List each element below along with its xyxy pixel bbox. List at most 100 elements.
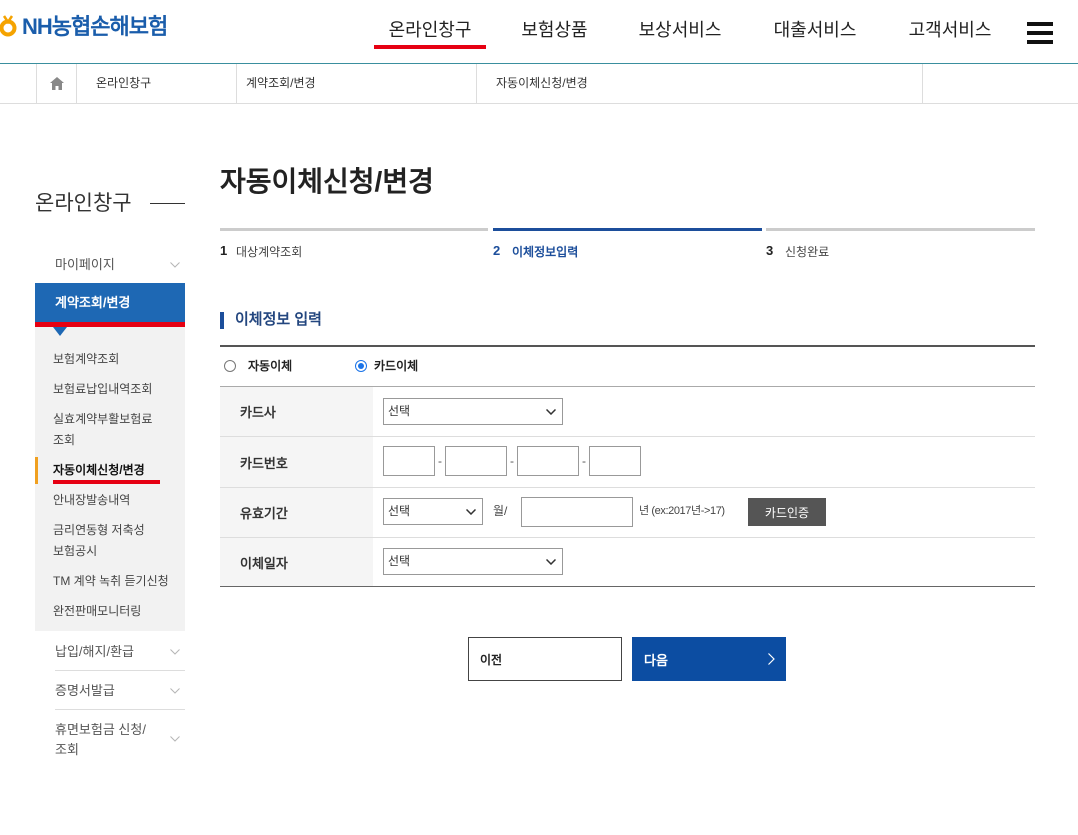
sidebar-menu-mypage[interactable]: 마이페이지 — [35, 255, 185, 275]
card-number-separator: - — [438, 454, 442, 468]
select-value: 선택 — [388, 554, 411, 568]
chevron-down-icon — [466, 509, 476, 515]
section-title-bar — [220, 312, 224, 329]
submenu-item-lapsed-contract-revival-premium[interactable]: 실효계약부활보험료 조회 — [53, 409, 185, 451]
next-button[interactable]: 다음 — [632, 637, 786, 681]
chevron-down-icon — [546, 559, 556, 565]
sidebar-menu-label: 마이페이지 — [55, 257, 115, 272]
step-2: 2 이체정보입력 — [493, 228, 762, 268]
card-number-label: 카드번호 — [220, 437, 373, 487]
expiry-month-suffix: 월/ — [493, 504, 508, 518]
step-label: 신청완료 — [785, 245, 830, 259]
radio-card-transfer[interactable] — [355, 360, 367, 372]
card-number-field-2[interactable] — [445, 446, 507, 476]
nav-item-online-window[interactable]: 온라인창구 — [374, 15, 486, 49]
sidebar-menu-label: 증명서발급 — [55, 683, 115, 698]
sidebar-menu-label: 계약조회/변경 — [55, 295, 131, 310]
step-number: 2 — [493, 243, 501, 258]
radio-label-auto-transfer[interactable]: 자동이체 — [248, 358, 292, 374]
expiry-year-hint: 년 (ex:2017년->17) — [639, 505, 725, 517]
sidebar-menu-label: 납입/해지/환급 — [55, 644, 134, 659]
step-bar — [220, 228, 488, 231]
select-value: 선택 — [388, 504, 411, 518]
expiry-month-select[interactable]: 선택 — [383, 498, 483, 525]
chevron-down-icon — [546, 409, 556, 415]
active-menu-pointer — [53, 327, 67, 336]
card-number-row: 카드번호 - - - — [220, 437, 1035, 488]
card-number-field-4[interactable] — [589, 446, 641, 476]
sidebar-menu-dormant-claims[interactable]: 휴면보험금 신청/ 조회 — [35, 720, 185, 760]
step-number: 1 — [220, 243, 228, 258]
sidebar-title: 온라인창구 — [35, 192, 132, 215]
sidebar-menu-contract-inquiry[interactable]: 계약조회/변경 — [35, 283, 185, 322]
site-logo[interactable]: NH농협손해보험 — [0, 13, 200, 41]
step-label: 이체정보입력 — [512, 245, 579, 259]
card-company-label: 카드사 — [220, 387, 373, 436]
card-number-separator: - — [582, 454, 586, 468]
nh-logo-icon — [0, 15, 17, 37]
step-bar — [493, 228, 762, 231]
nav-item-loan-service[interactable]: 대출서비스 — [765, 15, 865, 45]
chevron-down-icon — [170, 262, 180, 268]
nav-item-claims-service[interactable]: 보상서비스 — [630, 15, 730, 45]
step-label: 대상계약조회 — [236, 245, 303, 259]
sidebar-divider — [55, 709, 185, 710]
breadcrumb-item-contract-inquiry[interactable]: 계약조회/변경 — [237, 64, 476, 103]
logo-text: NH농협손해보험 — [22, 14, 168, 39]
chevron-down-icon — [170, 688, 180, 694]
step-bar — [766, 228, 1035, 231]
expiry-row: 유효기간 선택 월/ 년 (ex:2017년->17) 카드인증 — [220, 488, 1035, 538]
expiry-label: 유효기간 — [220, 488, 373, 537]
prev-button[interactable]: 이전 — [468, 637, 622, 681]
step-1: 1 대상계약조회 — [220, 228, 488, 268]
breadcrumb-item-auto-transfer[interactable]: 자동이체신청/변경 — [477, 64, 922, 103]
next-button-label: 다음 — [644, 652, 668, 668]
step-number: 3 — [766, 243, 774, 258]
submenu-item-notice-mailing-history[interactable]: 안내장발송내역 — [53, 490, 185, 511]
sidebar-menu-label: 휴면보험금 신청/ 조회 — [55, 722, 146, 757]
step-3: 3 신청완료 — [766, 228, 1035, 268]
site-header: NH농협손해보험 온라인창구 보험상품 보상서비스 대출서비스 고객서비스 — [0, 0, 1078, 63]
hamburger-bar — [1027, 31, 1053, 35]
submenu-item-complete-sales-monitoring[interactable]: 완전판매모니터링 — [53, 601, 185, 622]
chevron-right-icon — [768, 653, 775, 665]
sidebar-divider — [55, 670, 185, 671]
expiry-year-field[interactable] — [521, 497, 633, 527]
chevron-down-icon — [170, 649, 180, 655]
prev-button-label: 이전 — [480, 652, 503, 667]
submenu-item-insurance-contract-inquiry[interactable]: 보험계약조회 — [53, 349, 185, 370]
submenu-item-auto-transfer[interactable]: 자동이체신청/변경 — [53, 460, 185, 481]
radio-auto-transfer[interactable] — [224, 360, 236, 372]
submenu-item-premium-payment-history[interactable]: 보험료납입내역조회 — [53, 379, 185, 400]
breadcrumb-divider — [922, 64, 923, 103]
transfer-day-row: 이체일자 선택 — [220, 538, 1035, 587]
select-value: 선택 — [388, 404, 411, 418]
payment-type-row: 자동이체 카드이체 — [220, 347, 1035, 387]
card-number-field-1[interactable] — [383, 446, 435, 476]
radio-label-card-transfer[interactable]: 카드이체 — [374, 358, 418, 374]
nav-item-insurance-products[interactable]: 보험상품 — [509, 15, 600, 45]
page-title: 자동이체신청/변경 — [220, 166, 434, 197]
hamburger-bar — [1027, 40, 1053, 44]
page: NH농협손해보험 온라인창구 보험상품 보상서비스 대출서비스 고객서비스 온라… — [0, 0, 1078, 835]
section-title: 이체정보 입력 — [235, 311, 322, 328]
sidebar-menu-certificates[interactable]: 증명서발급 — [35, 681, 185, 701]
current-item-marker — [35, 457, 38, 484]
transfer-info-form: 자동이체 카드이체 카드사 선택 카드번호 - - - 유효기간 선택 월/ 년… — [220, 345, 1035, 588]
card-verify-button[interactable]: 카드인증 — [748, 498, 826, 526]
hamburger-menu-icon[interactable] — [1027, 22, 1053, 44]
breadcrumb-home[interactable] — [37, 64, 76, 103]
sidebar-menu-payment-refund[interactable]: 납입/해지/환급 — [35, 642, 185, 662]
chevron-down-icon — [170, 736, 180, 742]
card-company-select[interactable]: 선택 — [383, 398, 563, 425]
submenu-item-rate-linked-savings-disclosure[interactable]: 금리연동형 저축성 보험공시 — [53, 520, 185, 562]
transfer-day-label: 이체일자 — [220, 538, 373, 586]
transfer-day-select[interactable]: 선택 — [383, 548, 563, 575]
breadcrumb-item-online-window[interactable]: 온라인창구 — [77, 64, 236, 103]
card-number-field-3[interactable] — [517, 446, 579, 476]
submenu-item-tm-recording-request[interactable]: TM 계약 녹취 듣기신청 — [53, 571, 185, 592]
current-item-underline — [53, 480, 160, 484]
nav-item-customer-service[interactable]: 고객서비스 — [900, 15, 1000, 45]
card-company-row: 카드사 선택 — [220, 387, 1035, 437]
home-icon — [50, 77, 64, 90]
